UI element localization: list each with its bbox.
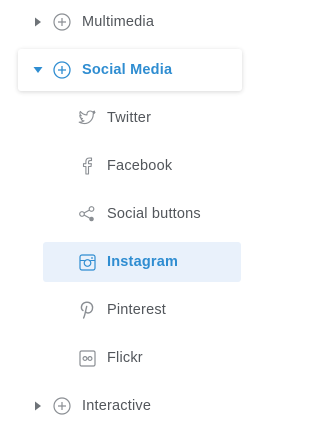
plus-circle-icon xyxy=(53,397,71,415)
item-label: Twitter xyxy=(107,110,152,126)
item-social-buttons[interactable]: Social buttons xyxy=(43,194,241,234)
item-label: Social buttons xyxy=(107,206,201,222)
plus-circle-icon xyxy=(53,61,71,79)
twitter-icon xyxy=(78,109,96,127)
item-facebook[interactable]: Facebook xyxy=(43,146,241,186)
component-tree: Multimedia Social Media Twitter Facebook… xyxy=(0,0,266,437)
category-label: Social Media xyxy=(82,62,173,78)
caret-right-icon[interactable] xyxy=(33,401,43,411)
caret-down-icon[interactable] xyxy=(33,65,43,75)
item-label: Pinterest xyxy=(107,302,167,318)
item-instagram[interactable]: Instagram xyxy=(43,242,241,282)
item-flickr[interactable]: Flickr xyxy=(43,338,241,378)
flickr-icon xyxy=(78,349,96,367)
item-label: Instagram xyxy=(107,254,179,270)
category-social-media[interactable]: Social Media xyxy=(18,49,242,91)
instagram-icon xyxy=(78,253,96,271)
facebook-icon xyxy=(78,157,96,175)
item-label: Facebook xyxy=(107,158,173,174)
item-label: Flickr xyxy=(107,350,143,366)
share-icon xyxy=(78,205,96,223)
category-label: Interactive xyxy=(82,398,152,414)
category-multimedia[interactable]: Multimedia xyxy=(18,1,242,43)
caret-right-icon[interactable] xyxy=(33,17,43,27)
pinterest-icon xyxy=(78,301,96,319)
item-twitter[interactable]: Twitter xyxy=(43,98,241,138)
category-label: Multimedia xyxy=(82,14,155,30)
item-pinterest[interactable]: Pinterest xyxy=(43,290,241,330)
category-interactive[interactable]: Interactive xyxy=(18,385,242,427)
plus-circle-icon xyxy=(53,13,71,31)
